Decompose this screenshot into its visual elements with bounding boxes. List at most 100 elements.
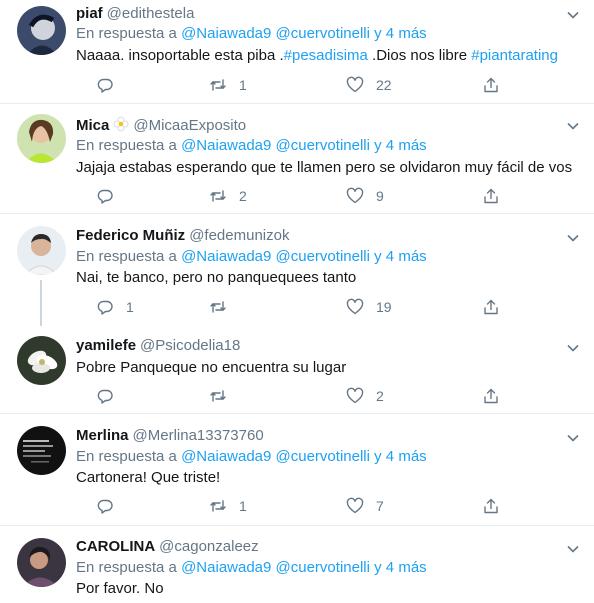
chevron-down-icon[interactable] (566, 231, 580, 245)
text-segment: .Dios nos libre (367, 47, 472, 64)
reply-context: En respuesta a @Naiawada9 @cuervotinelli… (76, 447, 427, 467)
mention-more[interactable]: y 4 más (374, 137, 427, 154)
like-button[interactable]: 7 (346, 496, 384, 516)
chevron-down-icon[interactable] (566, 119, 580, 133)
mention-links[interactable]: @Naiawada9 @cuervotinelli (181, 25, 370, 42)
retweet-count: 2 (239, 188, 247, 204)
reply-prefix: En respuesta a (76, 248, 177, 265)
like-button[interactable]: 19 (346, 297, 392, 317)
retweet-button[interactable] (209, 386, 239, 406)
reply-button[interactable] (96, 496, 126, 516)
like-count: 22 (376, 77, 392, 93)
display-name[interactable]: Federico Muñiz (76, 227, 185, 244)
reply-icon (97, 389, 113, 404)
mention-more[interactable]: y 4 más (374, 559, 427, 576)
avatar[interactable] (17, 336, 66, 385)
tweet-header: yamilefe @Psicodelia18 (76, 336, 240, 356)
chevron-down-icon[interactable] (566, 8, 580, 22)
heart-icon (346, 298, 364, 315)
retweet-button[interactable]: 1 (209, 496, 247, 516)
action-bar: 1 19 (76, 297, 506, 317)
share-icon (484, 77, 498, 93)
tweet-header: CAROLINA @cagonzaleez (76, 537, 259, 557)
hashtag-link[interactable]: #piantarating (471, 47, 558, 64)
avatar[interactable] (17, 6, 66, 55)
user-handle[interactable]: @cagonzaleez (159, 538, 258, 555)
reply-prefix: En respuesta a (76, 25, 177, 42)
like-button[interactable]: 2 (346, 386, 384, 406)
mention-more[interactable]: y 4 más (374, 25, 427, 42)
tweet-carolina[interactable]: CAROLINA @cagonzaleez En respuesta a @Nai… (0, 526, 594, 603)
reply-button[interactable]: 1 (96, 297, 134, 317)
share-button[interactable] (482, 297, 500, 317)
reply-button[interactable] (96, 186, 126, 206)
tweet-header: piaf @edithestela (76, 4, 194, 24)
tweet-text: Jajaja estabas esperando que te llamen p… (76, 159, 573, 176)
like-count: 7 (376, 498, 384, 514)
like-button[interactable]: 9 (346, 186, 384, 206)
retweet-icon (210, 190, 226, 202)
reply-context: En respuesta a @Naiawada9 @cuervotinelli… (76, 24, 427, 44)
retweet-button[interactable]: 2 (209, 186, 247, 206)
display-name[interactable]: Merlina (76, 427, 129, 444)
retweet-icon (210, 79, 226, 91)
reply-icon (97, 300, 113, 315)
chevron-down-icon[interactable] (566, 341, 580, 355)
avatar[interactable] (17, 226, 66, 275)
tweet-federico[interactable]: Federico Muñiz @fedemunizok En respuesta … (0, 214, 594, 326)
tweet-yamilefe[interactable]: yamilefe @Psicodelia18 Pobre Panqueque no… (0, 326, 594, 414)
reply-icon (97, 189, 113, 204)
retweet-count: 1 (239, 498, 247, 514)
user-handle[interactable]: @Merlina13373760 (133, 427, 264, 444)
share-icon (484, 299, 498, 315)
action-bar: 1 7 (76, 496, 506, 516)
display-name[interactable]: Mica (76, 117, 109, 134)
like-count: 19 (376, 299, 392, 315)
retweet-count: 1 (239, 77, 247, 93)
display-name[interactable]: piaf (76, 5, 103, 22)
flower-emoji (113, 116, 129, 132)
tweet-mica[interactable]: Mica @MicaaExposito En respuesta a @Naiaw… (0, 104, 594, 214)
mention-more[interactable]: y 4 más (374, 448, 427, 465)
action-bar: 1 22 (76, 75, 506, 95)
user-handle[interactable]: @edithestela (107, 5, 195, 22)
retweet-button[interactable] (209, 297, 239, 317)
share-button[interactable] (482, 386, 500, 406)
thread-connector (40, 280, 42, 326)
reply-context: En respuesta a @Naiawada9 @cuervotinelli… (76, 247, 427, 267)
reply-button[interactable] (96, 75, 126, 95)
mention-links[interactable]: @Naiawada9 @cuervotinelli (181, 559, 370, 576)
action-bar: 2 9 (76, 186, 506, 206)
share-button[interactable] (482, 186, 500, 206)
heart-icon (346, 76, 364, 93)
share-button[interactable] (482, 496, 500, 516)
like-button[interactable]: 22 (346, 75, 392, 95)
share-button[interactable] (482, 75, 500, 95)
mention-more[interactable]: y 4 más (374, 248, 427, 265)
display-name[interactable]: yamilefe (76, 337, 136, 354)
mention-links[interactable]: @Naiawada9 @cuervotinelli (181, 248, 370, 265)
user-handle[interactable]: @Psicodelia18 (140, 337, 240, 354)
text-segment: Naaaa. insoportable esta piba . (76, 47, 284, 64)
reply-button[interactable] (96, 386, 126, 406)
mention-links[interactable]: @Naiawada9 @cuervotinelli (181, 448, 370, 465)
chevron-down-icon[interactable] (566, 431, 580, 445)
reply-prefix: En respuesta a (76, 559, 177, 576)
tweet-merlina[interactable]: Merlina @Merlina13373760 En respuesta a @… (0, 414, 594, 526)
retweet-icon (210, 500, 226, 512)
avatar[interactable] (17, 114, 66, 163)
chevron-down-icon[interactable] (566, 542, 580, 556)
mention-links[interactable]: @Naiawada9 @cuervotinelli (181, 137, 370, 154)
user-handle[interactable]: @fedemunizok (189, 227, 289, 244)
hashtag-link[interactable]: #pesadisima (284, 47, 368, 64)
avatar[interactable] (17, 426, 66, 475)
tweet-text: Naaaa. insoportable esta piba .#pesadisi… (76, 46, 558, 66)
share-icon (484, 388, 498, 404)
share-icon (484, 188, 498, 204)
display-name[interactable]: CAROLINA (76, 538, 155, 555)
avatar[interactable] (17, 538, 66, 587)
retweet-button[interactable]: 1 (209, 75, 247, 95)
user-handle[interactable]: @MicaaExposito (133, 117, 246, 134)
tweet-piaf[interactable]: piaf @edithestela En respuesta a @Naiawad… (0, 0, 594, 104)
retweet-icon (210, 390, 226, 402)
